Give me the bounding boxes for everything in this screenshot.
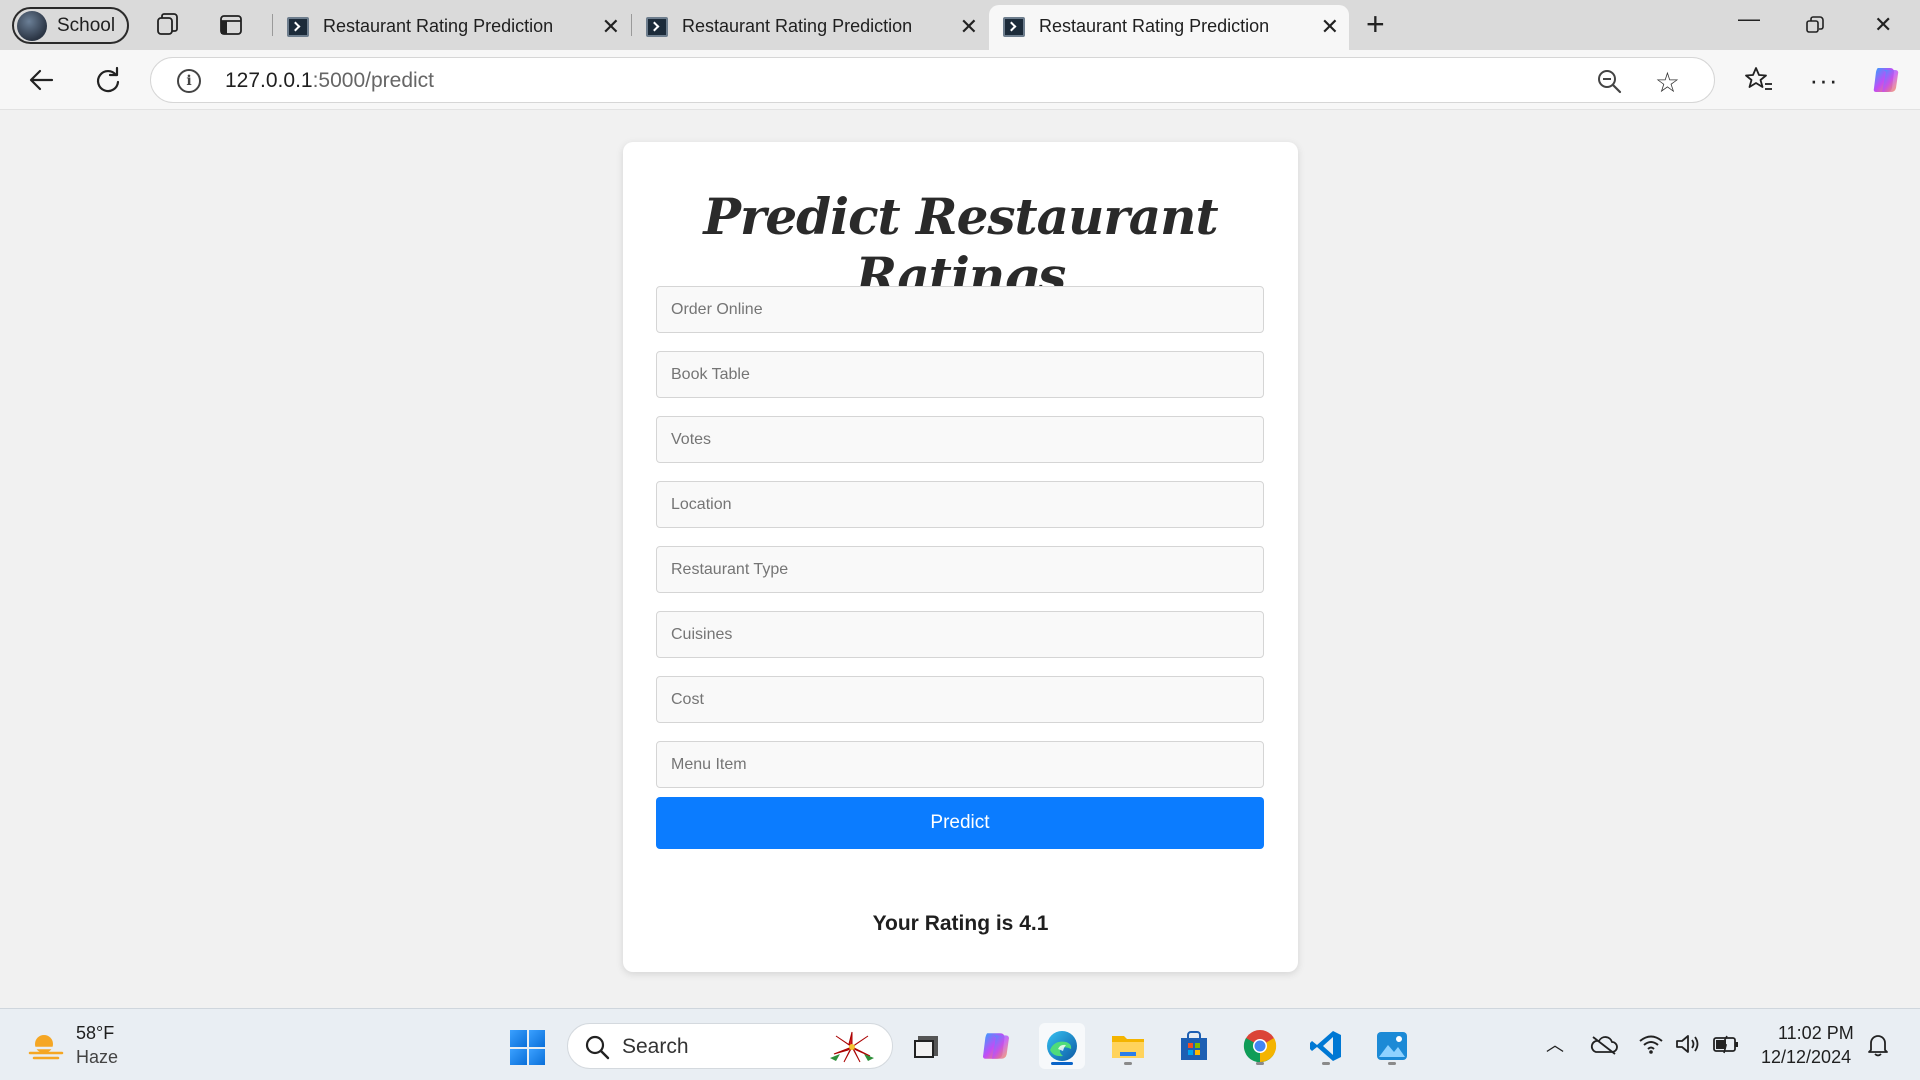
running-app-indicator [1256,1062,1264,1065]
window-close-icon[interactable]: ✕ [1874,12,1892,38]
tab-close-icon[interactable]: ✕ [960,16,978,38]
cost-input[interactable] [656,676,1264,723]
favorite-star-icon[interactable]: ☆ [1655,66,1680,99]
file-manager-icon [914,1036,938,1058]
zoom-out-icon[interactable] [1596,68,1622,94]
weather-description[interactable]: Haze [76,1047,118,1068]
vertical-tabs-icon[interactable] [218,12,244,38]
taskbar-app-photos[interactable] [1369,1023,1415,1069]
order-online-input[interactable] [656,286,1264,333]
more-menu-icon[interactable]: ··· [1808,64,1840,96]
cuisines-input[interactable] [656,611,1264,658]
microsoft-store-icon [1181,1031,1207,1060]
copilot-icon[interactable] [1870,64,1902,96]
edge-icon [1047,1031,1077,1061]
taskbar-app-store[interactable] [1171,1023,1217,1069]
chrome-icon [1243,1030,1277,1063]
taskbar-search[interactable]: Search [567,1023,893,1069]
prediction-result: Your Rating is 4.1 [872,912,1049,935]
favorites-icon[interactable] [1743,64,1775,96]
address-bar[interactable]: i 127.0.0.1:5000/predict ☆ [150,57,1715,103]
workspaces-icon[interactable] [155,12,181,38]
active-app-indicator [1051,1062,1073,1065]
new-tab-icon[interactable]: + [1366,8,1385,40]
tab-1[interactable]: Restaurant Rating Prediction ✕ [273,5,630,50]
volume-icon[interactable] [1675,1033,1701,1055]
terminal-favicon-icon [1003,17,1025,37]
battery-charging-icon[interactable] [1712,1033,1740,1055]
taskbar-app-chrome[interactable] [1237,1023,1283,1069]
vscode-icon [1310,1031,1341,1061]
book-table-input[interactable] [656,351,1264,398]
chevron-up-icon[interactable]: ︿ [1546,1031,1564,1057]
weather-temperature[interactable]: 58°F [76,1023,114,1044]
haze-weather-icon[interactable] [28,1031,64,1061]
taskbar: 58°F Haze Search ︿ 11:02 PM 12/12/2024 [0,1008,1920,1080]
poinsettia-icon [830,1031,874,1063]
wifi-icon[interactable] [1638,1033,1664,1055]
copilot-icon [982,1033,1009,1059]
tab-3-active[interactable]: Restaurant Rating Prediction ✕ [989,5,1349,50]
profile-name: School [57,14,116,36]
taskbar-app-edge[interactable] [1039,1023,1085,1069]
profile-avatar [17,10,47,41]
windows-start-icon[interactable] [510,1030,545,1065]
search-icon [585,1035,610,1060]
tab-strip: School Restaurant Rating Prediction ✕ Re… [0,0,1920,50]
taskbar-app-file-manager[interactable] [904,1023,950,1069]
file-explorer-icon [1112,1036,1144,1058]
refresh-icon[interactable] [92,64,124,96]
minimize-icon[interactable]: — [1738,6,1760,32]
taskbar-app-vscode[interactable] [1303,1023,1349,1069]
tab-2[interactable]: Restaurant Rating Prediction ✕ [632,5,988,50]
url-path: :5000/predict [312,69,435,92]
tab-title: Restaurant Rating Prediction [1039,16,1270,36]
terminal-favicon-icon [287,17,309,37]
menu-item-input[interactable] [656,741,1264,788]
restaurant-type-input[interactable] [656,546,1264,593]
running-app-indicator [1322,1062,1330,1065]
predict-button[interactable]: Predict [656,797,1264,849]
search-label: Search [622,1035,689,1058]
tab-close-icon[interactable]: ✕ [602,16,620,38]
tab-title: Restaurant Rating Prediction [682,16,913,36]
url-host: 127.0.0.1 [225,69,313,92]
notification-bell-icon[interactable] [1867,1033,1889,1057]
votes-input[interactable] [656,416,1264,463]
back-icon[interactable] [26,64,58,96]
profile-button[interactable]: School [12,7,129,44]
site-info-icon[interactable]: i [177,69,201,93]
photos-icon [1377,1032,1407,1060]
clock-date[interactable]: 12/12/2024 [1761,1047,1851,1068]
tab-close-icon[interactable]: ✕ [1321,16,1339,38]
browser-toolbar: i 127.0.0.1:5000/predict ☆ ··· [0,50,1920,110]
taskbar-app-copilot[interactable] [973,1023,1019,1069]
location-input[interactable] [656,481,1264,528]
onedrive-offline-icon[interactable] [1590,1035,1618,1055]
running-app-indicator [1388,1062,1396,1065]
terminal-favicon-icon [646,17,668,37]
running-app-indicator [1124,1062,1132,1065]
restore-icon[interactable] [1806,16,1824,34]
taskbar-app-file-explorer[interactable] [1105,1023,1151,1069]
tab-title: Restaurant Rating Prediction [323,16,554,36]
prediction-card: Predict Restaurant Ratings Predict Your … [623,142,1298,972]
clock-time[interactable]: 11:02 PM [1778,1023,1854,1044]
url-text[interactable]: 127.0.0.1:5000/predict [225,69,434,93]
